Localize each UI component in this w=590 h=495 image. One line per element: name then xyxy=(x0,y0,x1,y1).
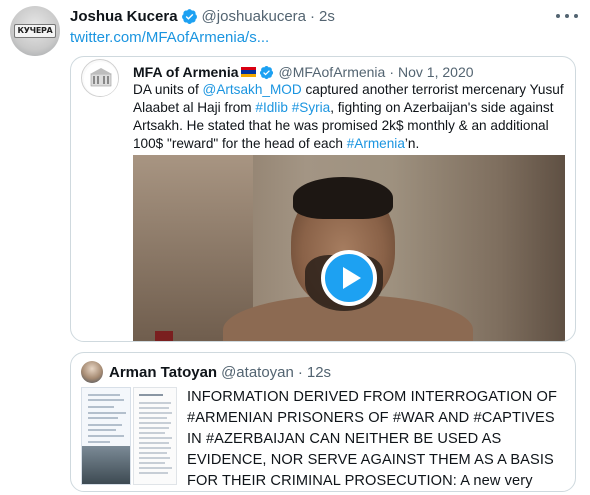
tweet: КУЧЕРА Joshua Kucera @joshuakucera · 2s … xyxy=(0,0,590,495)
quoted-author-name[interactable]: Arman Tatoyan xyxy=(109,364,217,381)
verified-badge-icon xyxy=(181,8,197,24)
quoted-tweet-header: Arman Tatoyan @atatoyan · 12s xyxy=(81,361,331,383)
more-options-icon[interactable] xyxy=(556,8,578,24)
verified-badge-icon xyxy=(259,65,273,79)
video-player[interactable] xyxy=(133,155,565,341)
quoted-tweet-text: DA units of @Artsakh_MOD captured anothe… xyxy=(133,81,565,153)
armenia-flag-icon xyxy=(240,67,256,77)
video-watermark xyxy=(155,331,173,341)
avatar-label: КУЧЕРА xyxy=(14,24,56,38)
quoted-tweet-mfa[interactable]: MFA of Armenia @MFAofArmenia · Nov 1, 20… xyxy=(70,56,576,342)
tweet-header: Joshua Kucera @joshuakucera · 2s xyxy=(70,6,335,26)
mention-link[interactable]: @Artsakh_MOD xyxy=(203,82,302,97)
hashtag-link[interactable]: #Idlib xyxy=(255,100,288,115)
quoted-date[interactable]: Nov 1, 2020 xyxy=(398,64,474,80)
quoted-author-handle[interactable]: @atatoyan xyxy=(221,364,294,381)
quoted-author-handle[interactable]: @MFAofArmenia xyxy=(279,64,386,80)
author-avatar[interactable]: КУЧЕРА xyxy=(10,6,60,56)
quoted-time[interactable]: 12s xyxy=(307,364,331,381)
document-thumbnail[interactable] xyxy=(133,387,177,485)
separator-dot: · xyxy=(297,363,303,381)
text-segment: DA units of xyxy=(133,82,203,97)
tweet-time[interactable]: 2s xyxy=(319,8,335,25)
hashtag-link[interactable]: #Syria xyxy=(292,100,331,115)
play-icon[interactable] xyxy=(321,250,377,306)
author-handle[interactable]: @joshuakucera xyxy=(202,8,306,25)
separator-dot: · xyxy=(310,7,315,25)
separator-dot: · xyxy=(389,64,395,80)
mfa-avatar[interactable] xyxy=(81,59,119,97)
quoted-tweet-header: MFA of Armenia @MFAofArmenia · Nov 1, 20… xyxy=(81,59,474,97)
tatoyan-avatar[interactable] xyxy=(81,361,103,383)
quoted-tweet-tatoyan[interactable]: Arman Tatoyan @atatoyan · 12s INFORMATIO… xyxy=(70,352,576,492)
document-thumbnail[interactable] xyxy=(81,387,131,485)
text-segment: ’n. xyxy=(404,136,420,151)
author-name[interactable]: Joshua Kucera xyxy=(70,8,178,25)
tweet-link[interactable]: twitter.com/MFAofArmenia/s... xyxy=(70,29,269,46)
hashtag-link[interactable]: #Armenia xyxy=(347,136,405,151)
quoted-author-name[interactable]: MFA of Armenia xyxy=(133,64,239,80)
quoted-tweet-text: INFORMATION DERIVED FROM INTERROGATION O… xyxy=(187,389,558,489)
